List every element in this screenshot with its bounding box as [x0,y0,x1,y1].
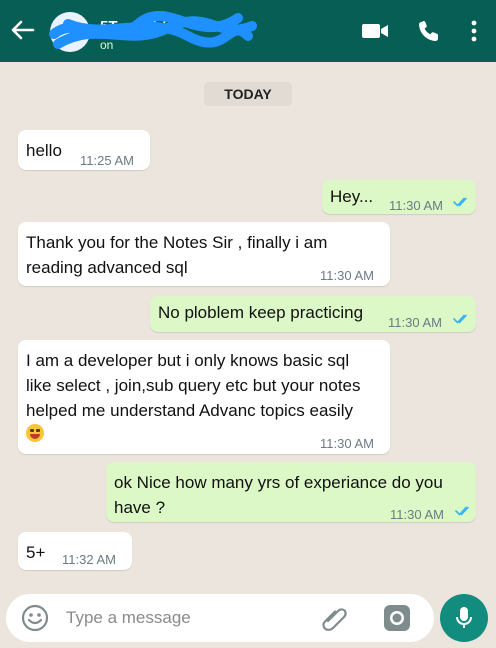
message-input[interactable] [66,602,296,634]
outgoing-message[interactable]: Hey... 11:30 AM [322,180,476,214]
message-line: reading advanced sql [26,258,188,277]
date-separator: TODAY [204,82,292,106]
back-button[interactable] [8,16,36,44]
message-time: 11:30 AM [389,198,443,213]
grinning-face-emoji [26,424,44,442]
emoji-button[interactable] [20,603,50,633]
message-text: No ploblem keep practicing [158,303,364,322]
outgoing-message[interactable]: ok Nice how many yrs of experiance do yo… [106,462,476,522]
incoming-message[interactable]: Thank you for the Notes Sir , finally i … [18,222,390,286]
message-text: I am a developer but i only knows basic … [26,348,361,423]
menu-button[interactable] [462,16,486,46]
voice-message-button[interactable] [440,594,488,642]
video-call-button[interactable] [360,16,390,46]
message-composer [6,594,434,642]
message-text: Hey... [330,187,374,206]
incoming-message[interactable]: I am a developer but i only knows basic … [18,340,390,454]
message-text: Thank you for the Notes Sir , finally i … [26,230,327,280]
outgoing-message[interactable]: No ploblem keep practicing 11:30 AM [150,296,476,332]
contact-avatar[interactable] [50,12,90,52]
microphone-icon [456,607,472,628]
paperclip-icon [322,608,347,631]
attach-button[interactable] [320,603,350,633]
contact-status: on [100,38,114,52]
double-check-icon [453,314,467,324]
phone-icon [419,21,438,41]
incoming-message[interactable]: hello 11:25 AM [18,130,150,170]
message-text: 5+ [26,543,46,562]
message-line: ok Nice how many yrs of experiance do yo… [114,473,443,492]
message-time: 11:30 AM [390,507,444,522]
video-camera-icon [362,24,388,38]
message-line: I am a developer but i only knows basic … [26,351,350,370]
contact-info[interactable]: 5T...roph/44 on [49,10,257,54]
message-time: 11:25 AM [80,153,134,168]
double-check-icon [453,197,467,207]
voice-call-button[interactable] [414,16,444,46]
more-vertical-icon [471,20,477,42]
message-time: 11:32 AM [62,552,116,567]
message-line: like select , join,sub query etc but you… [26,376,361,395]
camera-icon [384,605,410,631]
double-check-icon [455,506,469,516]
message-time: 11:30 AM [388,315,442,330]
message-line: Thank you for the Notes Sir , finally i … [26,233,328,252]
message-time: 11:30 AM [320,268,374,283]
camera-button[interactable] [382,603,412,633]
message-time: 11:30 AM [320,436,374,451]
message-text: hello [26,141,62,160]
message-line: helped me understand Advanc topics easil… [26,401,353,420]
contact-name: 5T...roph/44 [100,18,183,35]
smiley-icon [21,604,49,632]
chat-header: 5T...roph/44 on [0,0,496,62]
arrow-left-icon [11,20,35,40]
incoming-message[interactable]: 5+ 11:32 AM [18,532,132,570]
